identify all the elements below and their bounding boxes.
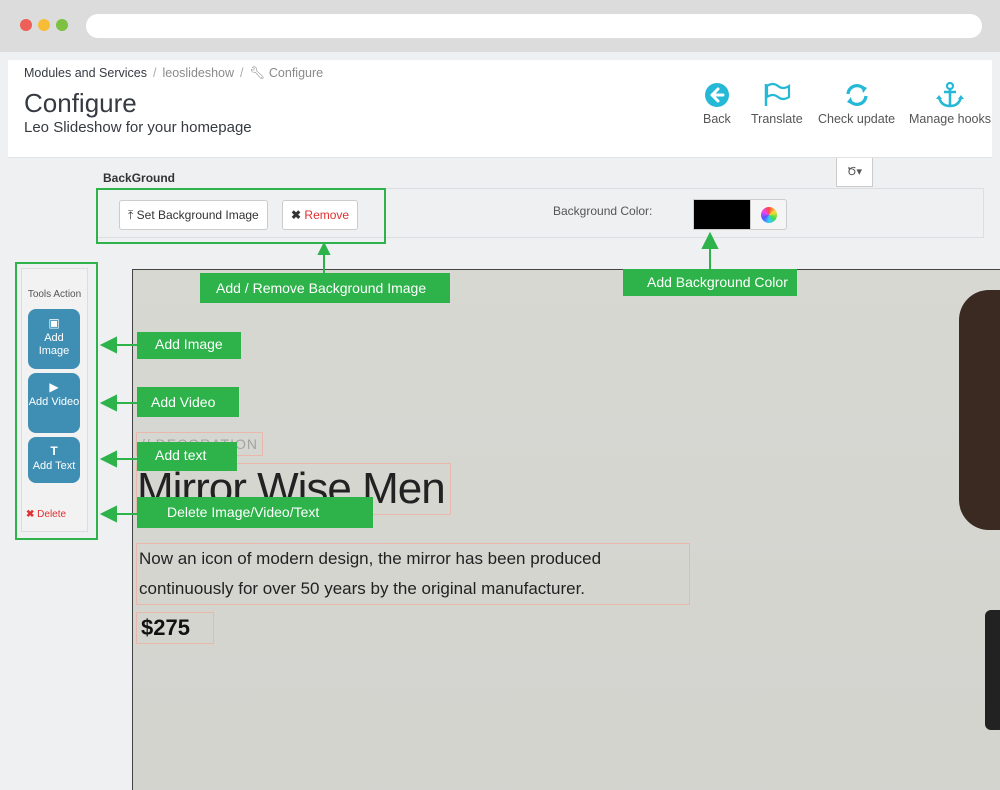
browser-chrome (0, 0, 1000, 52)
address-bar[interactable] (86, 14, 982, 38)
maximize-window-dot[interactable] (56, 19, 68, 31)
close-window-dot[interactable] (20, 19, 32, 31)
admin-page: Modules and Services / leoslideshow / 🔧︎ Con… (0, 52, 1000, 790)
annotation-arrows (99, 231, 719, 523)
minimize-window-dot[interactable] (38, 19, 50, 31)
